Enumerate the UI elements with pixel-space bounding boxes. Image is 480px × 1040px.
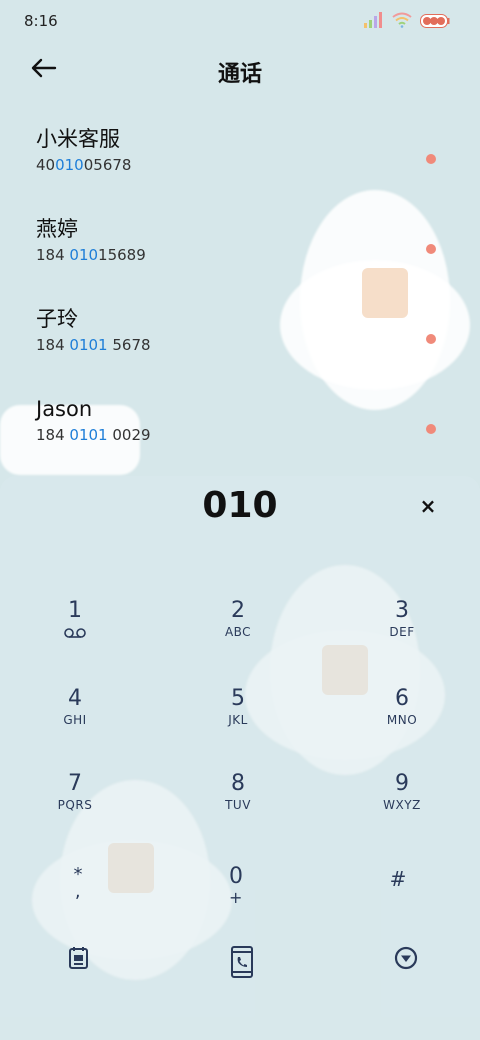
voicemail-icon	[63, 624, 87, 643]
status-bar: 8:16	[0, 0, 480, 40]
key-3[interactable]: 3 DEF	[342, 598, 462, 668]
key-digit: 3	[395, 598, 409, 623]
key-letters: +	[229, 888, 243, 907]
wifi-icon	[392, 12, 412, 32]
key-letters: TUV	[225, 798, 251, 812]
contact-number: 184 0101 0029	[36, 426, 151, 444]
key-digit: 1	[68, 598, 82, 623]
contact-result[interactable]: 燕婷 184 01015689	[36, 214, 456, 304]
contact-result[interactable]: Jason 184 0101 0029	[36, 394, 456, 484]
header: 通话	[0, 40, 480, 100]
call-button[interactable]	[222, 944, 262, 984]
key-digit: #	[389, 867, 407, 891]
key-4[interactable]: 4 GHI	[15, 686, 135, 756]
key-8[interactable]: 8 TUV	[178, 771, 298, 841]
key-letters: DEF	[389, 625, 415, 639]
search-results-list: 小米客服 4001005678 燕婷 184 01015689 子玲 184 0…	[36, 124, 456, 484]
flower-dot-decoration	[426, 424, 436, 434]
contact-number: 4001005678	[36, 156, 132, 174]
contacts-button[interactable]	[59, 940, 99, 980]
key-letters: WXYZ	[383, 798, 421, 812]
flower-dot-decoration	[426, 244, 436, 254]
contacts-card-icon	[68, 946, 90, 974]
battery-icon	[420, 13, 450, 32]
key-letters: JKL	[228, 713, 248, 727]
key-letters: ABC	[224, 625, 252, 639]
key-digit: 6	[395, 686, 409, 711]
chevron-down-circle-icon	[394, 946, 418, 974]
key-digit: 4	[68, 686, 82, 711]
number-match-highlight: 0101	[69, 426, 108, 444]
key-9[interactable]: 9 WXYZ	[342, 771, 462, 841]
contact-name: 小米客服	[36, 127, 120, 151]
contact-number: 184 01015689	[36, 246, 146, 264]
key-digit: 9	[395, 771, 409, 796]
flower-dot-decoration	[426, 154, 436, 164]
number-match-highlight: 0101	[69, 336, 108, 354]
key-digit: 0	[229, 864, 243, 889]
contact-name: 子玲	[36, 307, 78, 331]
key-5[interactable]: 5 JKL	[178, 686, 298, 756]
key-digit: 7	[68, 771, 82, 796]
key-digit: 5	[231, 686, 245, 711]
page-title: 通话	[217, 62, 262, 87]
status-icons	[364, 12, 450, 32]
contact-result[interactable]: 子玲 184 0101 5678	[36, 304, 456, 394]
contact-result[interactable]: 小米客服 4001005678	[36, 124, 456, 214]
contact-number: 184 0101 5678	[36, 336, 151, 354]
key-letters: GHI	[63, 713, 87, 727]
key-letters: ,	[74, 881, 82, 902]
key-star[interactable]: * ,	[18, 866, 138, 936]
number-match-highlight: 010	[69, 246, 99, 264]
contact-name: Jason	[36, 397, 93, 421]
key-letters: MNO	[386, 713, 418, 727]
clear-button[interactable]: ×	[416, 494, 440, 518]
collapse-dialpad-button[interactable]	[386, 940, 426, 980]
key-6[interactable]: 6 MNO	[342, 686, 462, 756]
key-7[interactable]: 7 PQRS	[15, 771, 135, 841]
key-hash[interactable]: #	[338, 866, 458, 936]
key-1[interactable]: 1	[15, 598, 135, 668]
signal-icon	[364, 12, 384, 32]
key-digit: 8	[231, 771, 245, 796]
key-2[interactable]: 2 ABC	[178, 598, 298, 668]
key-digit: 2	[231, 598, 245, 623]
key-0[interactable]: 0 +	[176, 864, 296, 934]
contact-name: 燕婷	[36, 217, 78, 241]
dialed-number: 010	[202, 485, 278, 526]
status-time: 8:16	[24, 12, 58, 30]
key-letters: PQRS	[57, 798, 93, 812]
phone-call-icon	[230, 946, 254, 982]
flower-dot-decoration	[426, 334, 436, 344]
number-match-highlight: 010	[55, 156, 84, 174]
